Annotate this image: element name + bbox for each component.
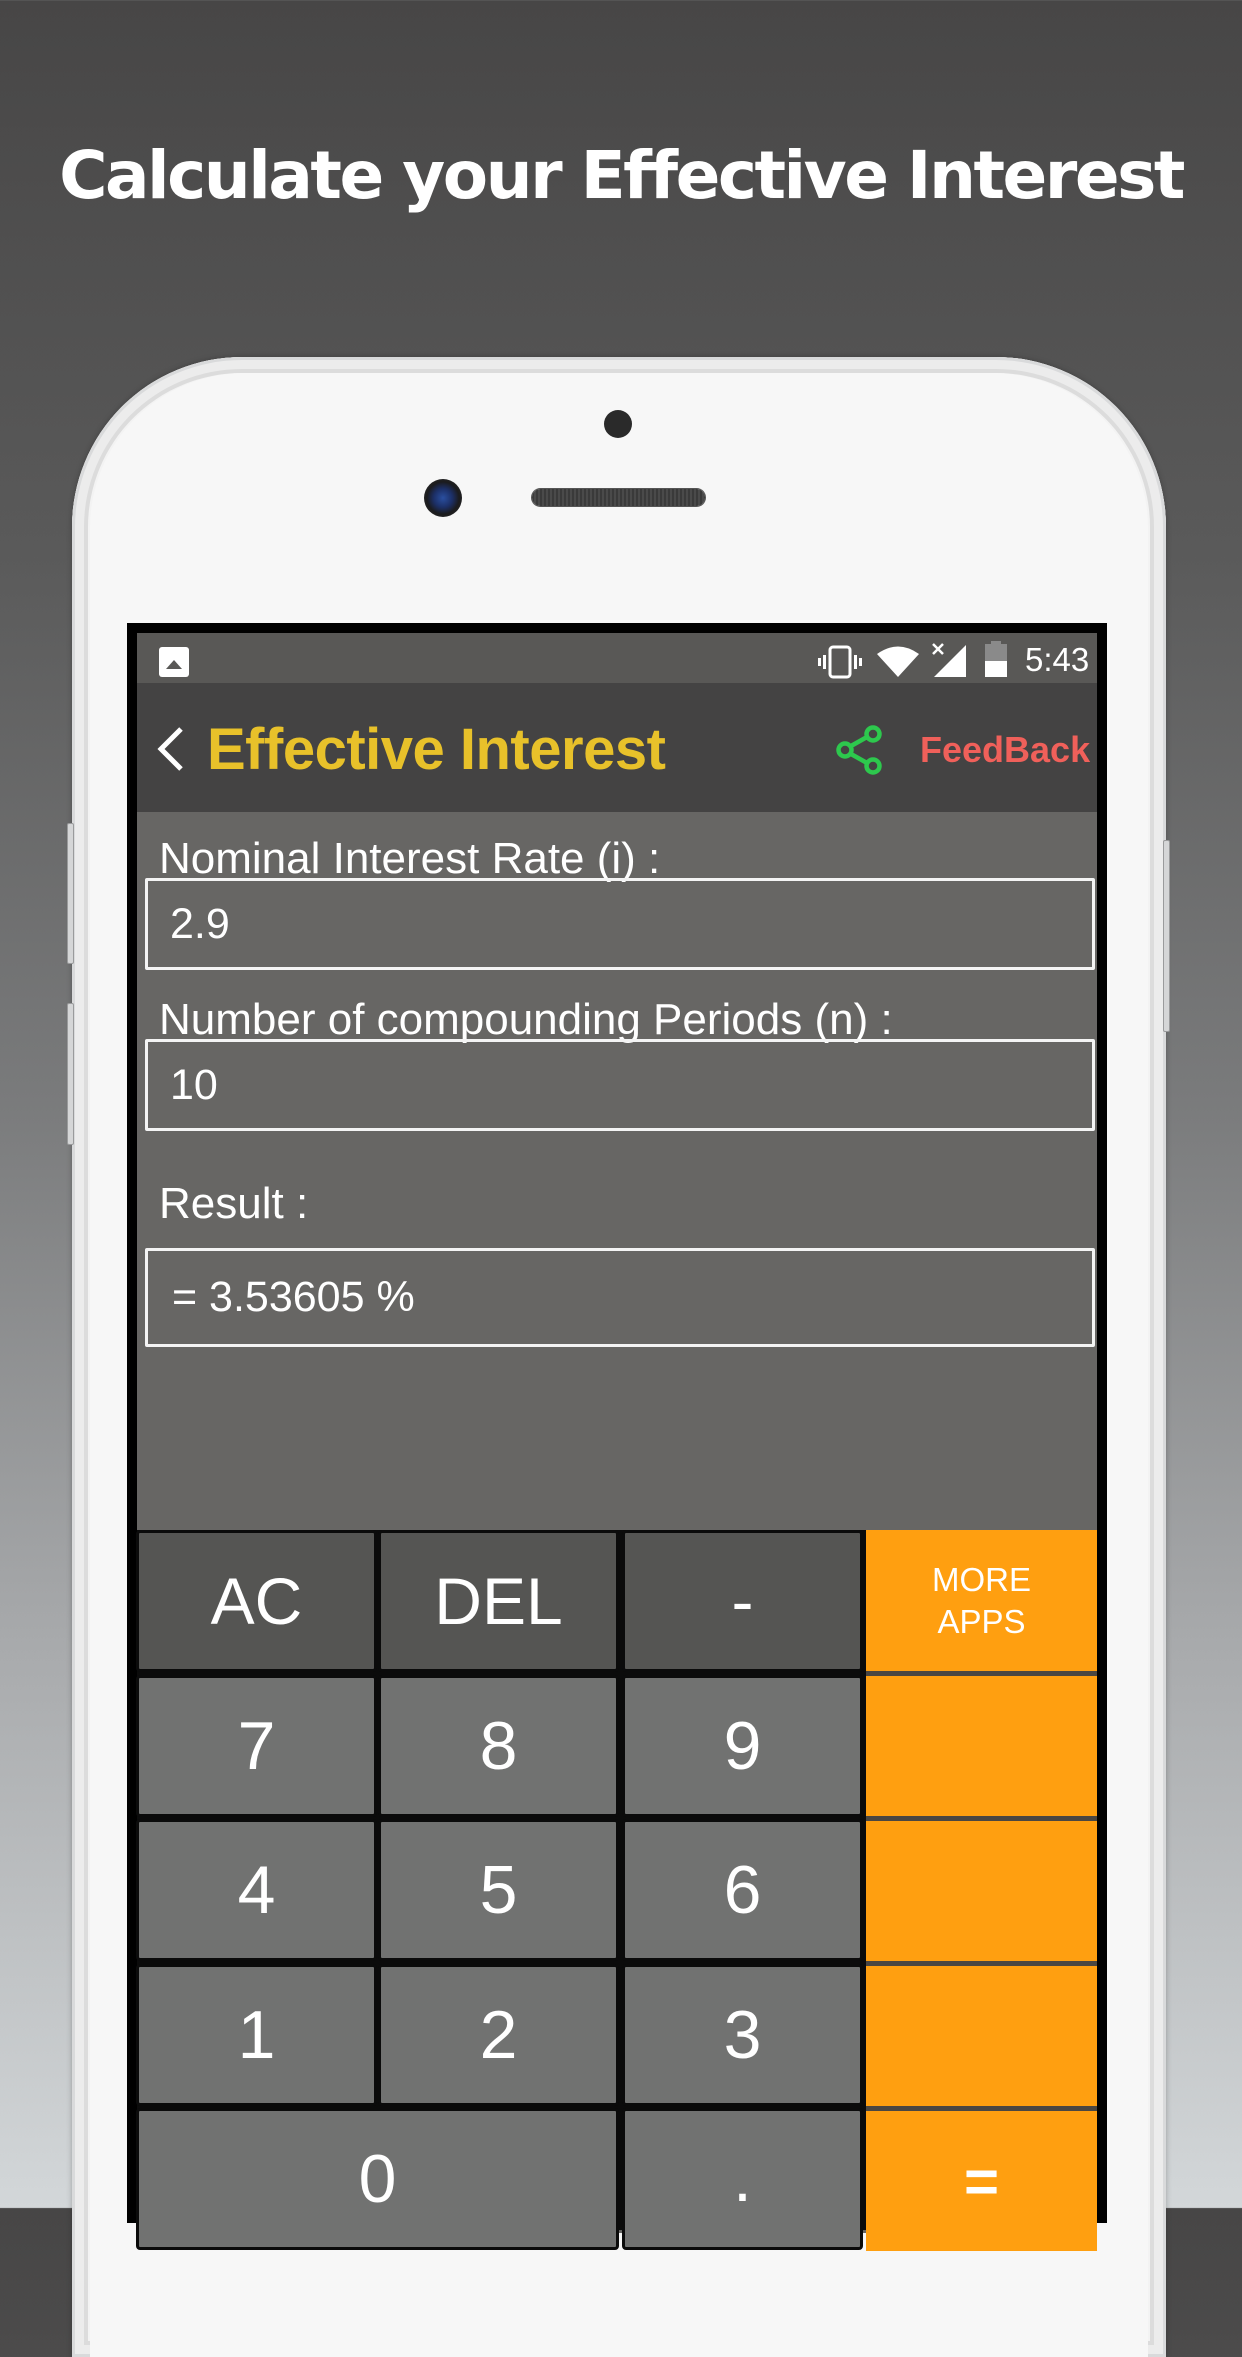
volume-up-button (67, 823, 74, 964)
key-3[interactable]: 3 (622, 1964, 863, 2106)
share-icon[interactable] (835, 725, 885, 775)
power-button (1163, 840, 1170, 1032)
feedback-button[interactable]: FeedBack (920, 729, 1090, 771)
key-label: DEL (434, 1564, 563, 1638)
key-label: 1 (237, 1997, 276, 2073)
key-label: - (731, 1564, 754, 1638)
phone-screen: 5:43 Effective Interest FeedBack Nominal… (127, 623, 1107, 2251)
result-display: = 3.53605 % (145, 1248, 1095, 1347)
chevron-left-icon[interactable] (155, 727, 185, 771)
key-label: 6 (723, 1852, 762, 1928)
gallery-notification-icon (159, 647, 189, 677)
key-label: 5 (479, 1852, 518, 1928)
battery-icon (985, 641, 1007, 677)
signal-no-sim-icon (932, 643, 966, 677)
front-camera-icon (424, 479, 462, 517)
proximity-sensor-icon (604, 410, 632, 438)
volume-down-button (67, 1003, 74, 1145)
wifi-icon (877, 646, 919, 677)
key-7[interactable]: 7 (136, 1675, 377, 1817)
key-orange-blank-1[interactable] (866, 1676, 1097, 1816)
key-label: 4 (237, 1852, 276, 1928)
key-label: 9 (723, 1708, 762, 1784)
key-label: . (733, 2140, 752, 2216)
key-label: 0 (358, 2141, 397, 2217)
key-8[interactable]: 8 (378, 1675, 619, 1817)
status-time: 5:43 (1025, 641, 1090, 678)
page-title: Effective Interest (207, 717, 666, 782)
key-minus[interactable]: - (622, 1530, 863, 1672)
key-2[interactable]: 2 (378, 1964, 619, 2106)
key-equals[interactable]: = (866, 2111, 1097, 2251)
vibrate-icon (818, 645, 862, 679)
more-apps-label-line2: APPS (937, 1602, 1026, 1640)
result-value: = 3.53605 % (172, 1273, 415, 1321)
key-label: 8 (479, 1708, 518, 1784)
earpiece-speaker-icon (532, 489, 705, 506)
key-9[interactable]: 9 (622, 1675, 863, 1817)
key-label: = (963, 2147, 1000, 2215)
key-delete[interactable]: DEL (378, 1530, 619, 1672)
key-label: AC (210, 1564, 303, 1638)
more-apps-label-line1: MORE (932, 1560, 1031, 1598)
key-label: 2 (479, 1997, 518, 2073)
result-label: Result : (159, 1179, 309, 1228)
key-decimal[interactable]: . (622, 2108, 863, 2250)
nominal-rate-label: Nominal Interest Rate (i) : (159, 834, 661, 883)
key-0[interactable]: 0 (136, 2108, 619, 2250)
app-bar: Effective Interest FeedBack (137, 683, 1097, 812)
promo-headline: Calculate your Effective Interest (59, 137, 1185, 214)
key-1[interactable]: 1 (136, 1964, 377, 2106)
key-all-clear[interactable]: AC (136, 1530, 377, 1672)
more-apps-button[interactable]: MORE APPS (866, 1530, 1097, 1671)
status-bar: 5:43 (137, 633, 1097, 683)
key-orange-blank-2[interactable] (866, 1821, 1097, 1961)
key-orange-blank-3[interactable] (866, 1966, 1097, 2106)
key-4[interactable]: 4 (136, 1819, 377, 1961)
periods-input[interactable] (145, 1039, 1095, 1131)
periods-label: Number of compounding Periods (n) : (159, 995, 893, 1044)
key-label: 3 (723, 1997, 762, 2073)
key-label: 7 (237, 1708, 276, 1784)
nominal-rate-input[interactable] (145, 878, 1095, 970)
key-6[interactable]: 6 (622, 1819, 863, 1961)
app-screen: 5:43 Effective Interest FeedBack Nominal… (136, 633, 1097, 2251)
key-5[interactable]: 5 (378, 1819, 619, 1961)
